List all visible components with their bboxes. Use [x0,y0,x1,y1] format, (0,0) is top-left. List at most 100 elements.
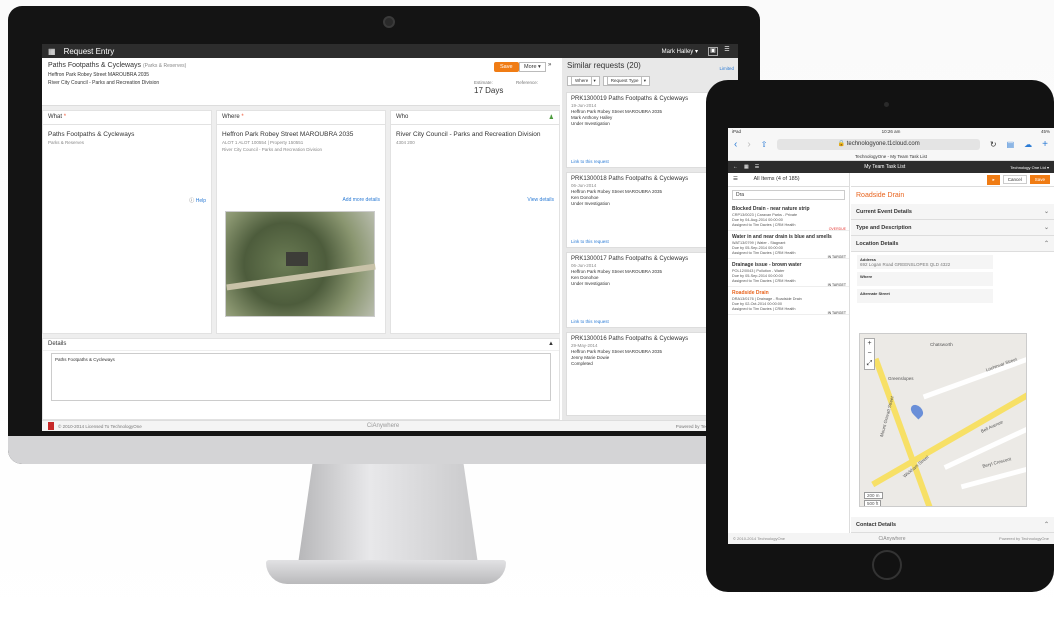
showcase-stage: ▦ Request Entry Mark Halley ▾ ▣ ☰ Paths … [0,0,1054,632]
tablet-device: iPad 10:26 am 45% ‹ › ⇧ 🔒 technologyone.… [706,80,1054,592]
help-link[interactable]: ⓘ Help [189,197,206,204]
action-icon[interactable]: ▸ [987,174,1000,185]
more-label: More [524,64,537,70]
menu-icon[interactable]: ☰ [733,176,738,182]
who-column[interactable]: Who ♟ River City Council - Parks and Rec… [390,110,560,334]
request-category: (Parks & Reserves) [142,63,187,69]
alternate-street-field[interactable]: Alternate Street [857,289,993,303]
chevron-up-icon: ⌃ [1043,241,1049,247]
location-map[interactable]: + − ⤢ Greenslopes Chatsworth Mount Grava… [859,333,1027,507]
details-panel: Details ▲ Paths Footpaths & Cycleways [42,338,560,420]
save-button[interactable]: Save [1029,175,1050,184]
zoom-in-icon[interactable]: + [865,339,874,349]
section-label: Current Event Details [856,209,912,215]
url-bar[interactable]: 🔒 technologyone.t1cloud.com [777,138,980,150]
desktop-monitor: ▦ Request Entry Mark Halley ▾ ▣ ☰ Paths … [8,6,760,464]
tablet-app-title: My Team Task List [864,164,906,170]
task-list-panel: ☰ All Items (4 of 185) Dra Blocked Drain… [728,173,850,533]
app-grid-icon[interactable]: ▦ [744,164,749,170]
bookmarks-icon[interactable]: ▤ [1007,140,1015,149]
browser-page-title: TechnologyOne - My Team Task List [728,152,1054,161]
what-subvalue: Parks & Reserves [48,140,85,145]
section-contact-details[interactable]: Contact Details ⌃ [851,517,1054,533]
required-marker: * [241,114,244,120]
back-arrow-icon[interactable]: ← [733,164,738,170]
required-marker: * [63,114,67,120]
item-title: Roadside Drain [732,290,769,296]
save-button[interactable]: Save [494,62,519,72]
add-more-details-link[interactable]: Add more details [342,197,380,203]
list-item[interactable]: Water in and near drain is blue and smel… [728,231,849,259]
where-filter[interactable]: Where ▾ [567,76,600,86]
location-map-thumbnail[interactable] [225,211,376,317]
details-heading: Details [48,341,67,347]
what-column[interactable]: What * Paths Footpaths & Cycleways Parks… [42,110,212,334]
copyright-text: © 2010-2014 TechnologyOne [733,536,786,541]
ci-anywhere-brand: CiAnywhere [366,423,400,429]
view-details-link[interactable]: View details [527,197,554,203]
request-columns: What * Paths Footpaths & Cycleways Parks… [42,110,560,334]
forward-icon[interactable]: › [747,139,750,150]
cloud-icon[interactable]: ☁ [1024,140,1032,149]
back-icon[interactable]: ‹ [734,139,737,150]
add-person-icon[interactable]: ♟ [549,114,554,121]
item-due: Due by 05-Sep-2014 00:00:00 [732,274,783,278]
link-to-request[interactable]: Link to this request [571,319,609,324]
section-location-details[interactable]: Location Details ⌃ [851,236,1054,252]
monitor-stand [298,464,478,564]
app-grid-icon[interactable]: ▦ [48,47,56,56]
map-street [960,463,1026,490]
map-scale: 500 ft [864,500,882,506]
fullscreen-icon[interactable]: ⤢ [865,359,874,369]
cancel-button[interactable]: Cancel [1002,175,1027,184]
who-subvalue: 4304 200 [396,140,415,145]
more-button[interactable]: More ▾ [519,62,546,72]
link-to-request[interactable]: Link to this request [571,159,609,164]
location-pin-icon[interactable] [908,402,926,420]
list-item[interactable]: Drainage issue - brown water POL12/0043 … [728,259,849,287]
map-zoom-controls: + − ⤢ [864,338,875,370]
expand-panel-icon[interactable]: » [548,62,551,68]
app-header: ▦ Request Entry Mark Halley ▾ ▣ ☰ [42,44,738,58]
zoom-out-icon[interactable]: − [865,349,874,359]
section-current-event[interactable]: Current Event Details ⌄ [851,204,1054,220]
task-search-input[interactable]: Dra [732,190,845,200]
details-textarea[interactable]: Paths Footpaths & Cycleways [51,353,551,401]
map-label: Chatsworth [930,342,953,347]
detail-title: Roadside Drain [856,192,905,199]
org-selector[interactable]: Technology One Ltd ▾ [1010,165,1049,170]
org-name: Technology One Ltd [1010,164,1046,170]
request-type-filter[interactable]: Request Type ▾ [602,76,650,86]
collapse-icon[interactable]: ▲ [548,341,554,347]
user-menu[interactable]: Mark Halley ▾ [662,48,698,55]
tablet-app-bar: ← ▦ ☰ My Team Task List Technology One L… [728,161,1054,173]
where-field[interactable]: Where [857,272,993,286]
list-item-selected[interactable]: Roadside Drain DRA13/0176 | Drainage - R… [728,287,849,315]
chevron-down-icon: ⌄ [1043,209,1049,215]
link-to-request[interactable]: Link to this request [571,239,609,244]
limited-link[interactable]: Limited [719,66,734,71]
map-path [226,263,376,291]
where-column[interactable]: Where * Heffron Park Robey Street MAROUB… [216,110,386,334]
where-property: ALOT 1 ALOT 100554 | Property 150551 [222,140,304,145]
tablet-screen: iPad 10:26 am 45% ‹ › ⇧ 🔒 technologyone.… [728,128,1054,544]
address-field[interactable]: Address 692 Logan Road GREENSLOPES QLD 4… [857,255,993,269]
menu-icon[interactable]: ☰ [722,47,732,56]
new-tab-icon[interactable]: + [1042,139,1048,150]
help-icon: ⓘ [189,198,195,204]
brand-logo-icon [48,422,54,430]
task-detail-panel: ▸ Cancel Save Roadside Drain Current Eve… [851,173,1054,533]
list-item[interactable]: Blocked Drain - near nature strip CRP13/… [728,203,849,231]
section-type-description[interactable]: Type and Description ⌄ [851,220,1054,236]
where-heading: Where [222,114,240,120]
where-filter-label: Where [571,76,593,85]
reference-label: Reference: [516,80,539,85]
item-title: Blocked Drain - near nature strip [732,206,810,212]
home-button[interactable] [872,550,902,580]
item-type: POL12/0043 | Pollution - Water [732,269,785,273]
reload-icon[interactable]: ↻ [990,140,997,149]
estimate-label: Estimate: [474,80,493,85]
page-title: Request Entry [63,46,115,56]
layout-toggle-icon[interactable]: ▣ [708,46,718,56]
share-icon[interactable]: ⇧ [761,140,768,149]
